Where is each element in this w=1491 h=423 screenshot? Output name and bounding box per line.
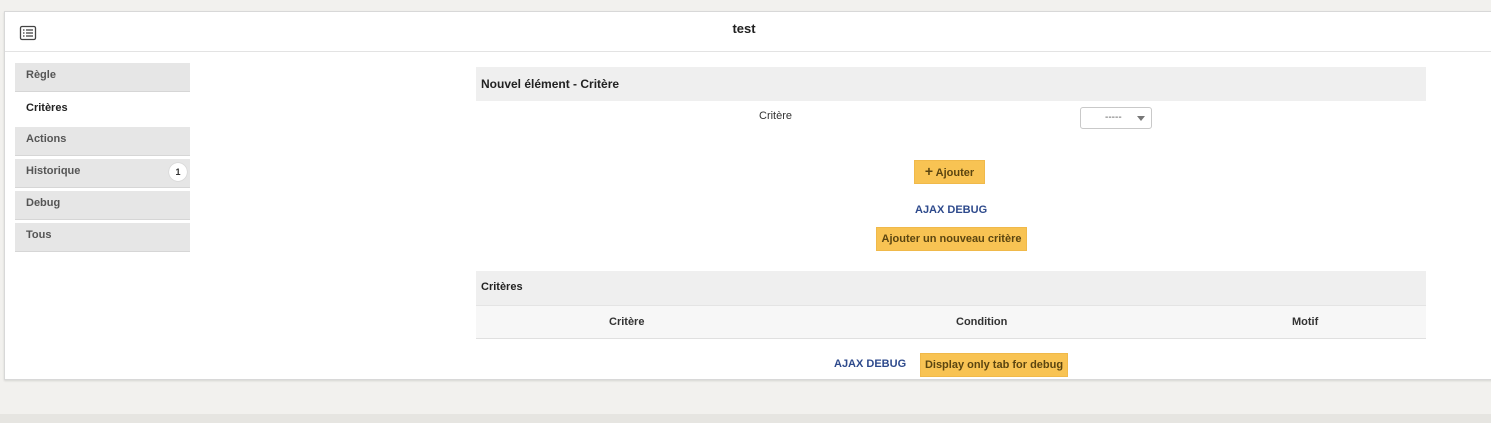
column-header-condition: Condition — [956, 316, 1008, 328]
tab-label: Tous — [26, 229, 52, 241]
criteria-section: Critères Critère Condition Motif — [476, 271, 1426, 339]
tab-tous[interactable]: Tous — [15, 223, 190, 252]
column-header-critere: Critère — [609, 316, 645, 328]
criterion-select[interactable]: ----- — [1080, 107, 1152, 129]
tab-label: Règle — [26, 69, 56, 81]
chevron-down-icon — [1137, 116, 1145, 121]
criteria-title: Critères — [476, 271, 1426, 305]
tab-list: Règle Critères Actions Historique 1 Debu… — [15, 63, 190, 255]
tab-label: Debug — [26, 197, 61, 209]
criterion-form-row: Critère ----- — [476, 101, 1426, 135]
tab-debug[interactable]: Debug — [15, 191, 190, 220]
page-background-strip — [0, 414, 1491, 423]
new-item-title: Nouvel élément - Critère — [476, 67, 1426, 101]
display-debug-tab-button[interactable]: Display only tab for debug — [920, 353, 1068, 377]
tab-label: Actions — [26, 133, 67, 145]
add-button-label: Ajouter — [935, 167, 975, 179]
tab-actions[interactable]: Actions — [15, 127, 190, 156]
column-header-motif: Motif — [1292, 316, 1319, 328]
tab-historique[interactable]: Historique 1 — [15, 159, 190, 188]
criteria-table-header: Critère Condition Motif — [476, 305, 1426, 339]
ajax-debug-link[interactable]: AJAX DEBUG — [915, 204, 987, 216]
main-panel: test Règle Critères Actions Historique 1… — [4, 11, 1491, 380]
tab-criteres[interactable]: Critères — [15, 95, 190, 124]
ajax-debug-link-bottom[interactable]: AJAX DEBUG — [834, 358, 906, 370]
add-new-criterion-button[interactable]: Ajouter un nouveau critère — [876, 227, 1027, 251]
tab-regle[interactable]: Règle — [15, 63, 190, 92]
count-badge: 1 — [169, 163, 187, 181]
panel-header: test — [5, 12, 1491, 52]
tab-label: Historique — [26, 165, 81, 177]
tab-content: Nouvel élément - Critère Critère ----- +… — [476, 67, 1426, 377]
tab-label: Critères — [26, 102, 68, 114]
criterion-label: Critère — [759, 110, 793, 122]
select-value: ----- — [1105, 112, 1122, 123]
add-button[interactable]: + Ajouter — [914, 160, 985, 184]
page-title: test — [732, 21, 756, 36]
plus-icon: + — [924, 163, 934, 179]
